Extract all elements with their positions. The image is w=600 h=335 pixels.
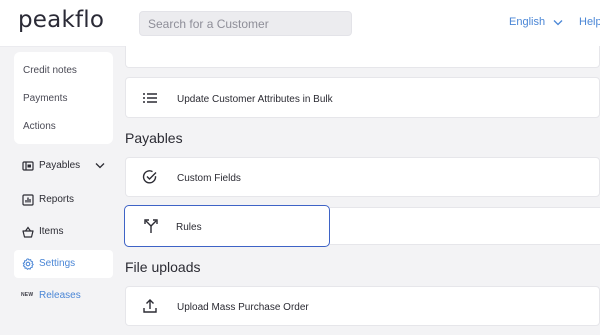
sidebar-item-label: Releases <box>39 290 81 301</box>
chevron-down-icon <box>95 163 105 169</box>
basket-icon <box>22 226 34 238</box>
chevron-down-icon <box>553 19 563 25</box>
section-title-payables: Payables <box>125 130 183 146</box>
sidebar-item-credit-notes[interactable]: Credit notes <box>23 65 77 76</box>
language-selector[interactable]: English <box>509 16 563 28</box>
settings-row-custom-fields[interactable]: Custom Fields <box>125 157 600 197</box>
check-circle-icon <box>142 170 157 184</box>
settings-row-label: Custom Fields <box>177 173 241 184</box>
sidebar-item-items[interactable]: Items <box>14 218 113 246</box>
sidebar-item-label: Items <box>39 226 64 237</box>
upload-icon <box>143 299 157 313</box>
settings-row-partial[interactable] <box>125 46 600 68</box>
settings-row-label: Rules <box>176 222 202 233</box>
sidebar-item-label: Settings <box>39 258 76 269</box>
settings-row-rules[interactable]: Rules <box>124 205 330 247</box>
settings-row-label: Upload Mass Purchase Order <box>177 302 309 313</box>
sidebar-item-payables[interactable]: Payables <box>14 152 113 180</box>
receivables-submenu: Credit notes Payments Actions <box>14 52 113 144</box>
payables-icon <box>22 161 34 171</box>
logo[interactable]: peakflo <box>18 7 104 33</box>
list-icon <box>143 93 157 103</box>
new-badge: NEW <box>21 292 34 298</box>
reports-icon <box>22 194 34 206</box>
settings-row-update-customer-attributes[interactable]: Update Customer Attributes in Bulk <box>125 77 600 118</box>
section-title-file-uploads: File uploads <box>125 259 201 275</box>
settings-row-rules-extension <box>330 207 600 245</box>
sidebar-item-label: Reports <box>39 194 75 205</box>
split-arrow-icon <box>144 219 158 233</box>
sidebar-item-payments[interactable]: Payments <box>23 93 67 104</box>
settings-row-upload-mass-purchase-order[interactable]: Upload Mass Purchase Order <box>125 286 600 326</box>
customer-search-input[interactable] <box>139 11 352 36</box>
sidebar-item-settings[interactable]: Settings <box>14 250 113 278</box>
help-link[interactable]: Help <box>579 16 600 28</box>
settings-row-label: Update Customer Attributes in Bulk <box>177 94 333 105</box>
sidebar-item-releases[interactable]: NEW Releases <box>14 282 113 310</box>
top-bar: peakflo English Help <box>0 0 600 47</box>
sidebar-item-label: Payables <box>39 160 81 171</box>
sidebar-item-reports[interactable]: Reports <box>14 186 113 214</box>
language-label: English <box>509 16 546 28</box>
gear-icon <box>22 258 34 270</box>
sidebar-item-actions[interactable]: Actions <box>23 121 56 132</box>
